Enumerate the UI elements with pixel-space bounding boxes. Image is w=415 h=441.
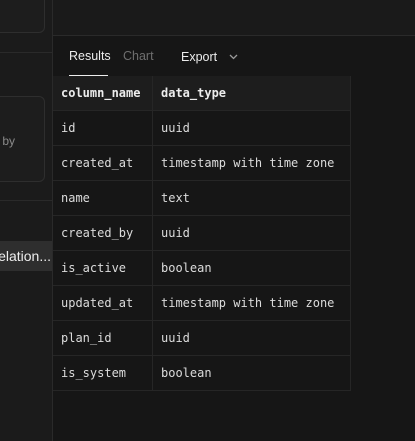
table-cell[interactable]: updated_at: [53, 285, 153, 321]
sidebar-card[interactable]: [0, 0, 45, 33]
table-cell[interactable]: uuid: [152, 320, 351, 356]
chevron-down-icon: [229, 49, 238, 63]
table-row: created_at timestamp with time zone: [53, 145, 351, 181]
table-row: name text: [53, 180, 351, 216]
table-cell[interactable]: uuid: [152, 215, 351, 251]
results-table: column_name data_type id uuid created_at…: [53, 76, 351, 391]
export-label: Export: [181, 50, 218, 64]
table-cell[interactable]: text: [152, 180, 351, 216]
table-row: created_by uuid: [53, 215, 351, 251]
relation-button-label: elation...: [0, 248, 51, 264]
editor-area[interactable]: [53, 0, 415, 36]
table-cell[interactable]: uuid: [152, 110, 351, 146]
table-row: id uuid: [53, 110, 351, 146]
table-cell[interactable]: boolean: [152, 355, 351, 391]
table-row: plan_id uuid: [53, 320, 351, 356]
sidebar-card-text: by: [2, 134, 15, 148]
relation-button[interactable]: elation...: [0, 241, 52, 271]
table-header-row: column_name data_type: [53, 76, 351, 111]
tab-chart[interactable]: Chart: [123, 49, 154, 63]
table-cell[interactable]: created_by: [53, 215, 153, 251]
table-cell[interactable]: timestamp with time zone: [152, 145, 351, 181]
column-header[interactable]: column_name: [53, 76, 153, 111]
table-cell[interactable]: boolean: [152, 250, 351, 286]
sql-editor-results: by elation... Results Chart Export colum…: [0, 0, 415, 441]
column-header[interactable]: data_type: [152, 76, 351, 111]
export-button[interactable]: Export: [181, 49, 238, 64]
table-cell[interactable]: is_system: [53, 355, 153, 391]
table-row: is_system boolean: [53, 355, 351, 391]
table-cell[interactable]: id: [53, 110, 153, 146]
table-row: is_active boolean: [53, 250, 351, 286]
table-row: updated_at timestamp with time zone: [53, 285, 351, 321]
table-cell[interactable]: is_active: [53, 250, 153, 286]
sidebar-divider: [0, 200, 52, 201]
tab-results[interactable]: Results: [69, 49, 111, 63]
sidebar-divider: [0, 52, 52, 53]
results-tabs: Results Chart Export: [53, 36, 415, 76]
table-cell[interactable]: plan_id: [53, 320, 153, 356]
sidebar: by elation...: [0, 0, 53, 441]
table-cell[interactable]: name: [53, 180, 153, 216]
table-cell[interactable]: created_at: [53, 145, 153, 181]
table-cell[interactable]: timestamp with time zone: [152, 285, 351, 321]
